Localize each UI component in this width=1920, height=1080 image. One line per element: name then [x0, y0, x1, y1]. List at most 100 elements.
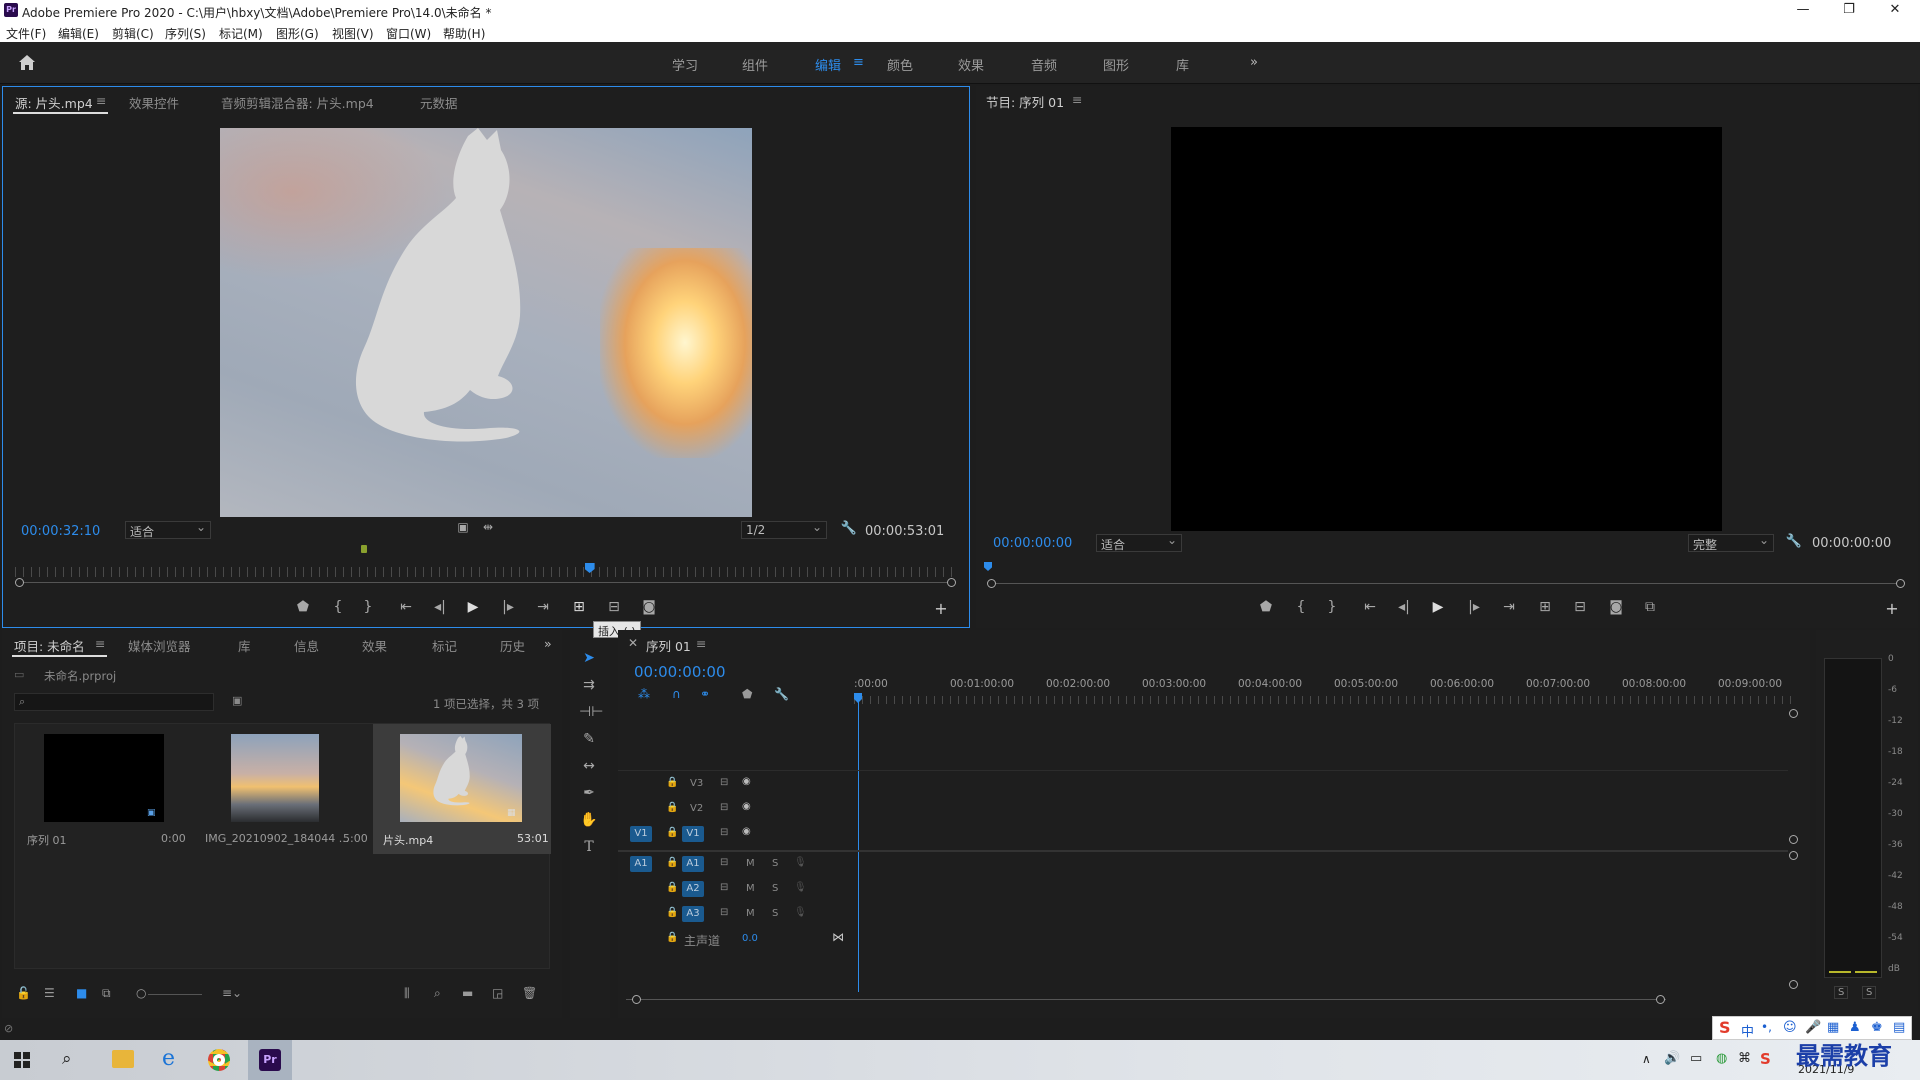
solo-button[interactable]: S	[772, 908, 778, 919]
tab-info[interactable]: 信息	[294, 636, 319, 655]
eye-icon[interactable]: ◉	[742, 801, 751, 812]
settings-wrench-icon[interactable]: 🔧	[839, 521, 859, 536]
lock-icon[interactable]: 🔒	[666, 857, 678, 868]
workspace-editing[interactable]: 编辑	[815, 55, 841, 74]
new-item-icon[interactable]: ◲	[492, 986, 503, 1000]
zoom-slider-knob[interactable]: ○	[136, 986, 146, 1000]
tab-libraries[interactable]: 库	[238, 636, 251, 655]
master-go-to-end-icon[interactable]: ⋈	[832, 930, 844, 944]
menu-graphics[interactable]: 图形(G)	[276, 25, 319, 42]
mic-icon[interactable]: 🎙	[794, 882, 807, 893]
windows-start-icon[interactable]	[14, 1052, 30, 1068]
program-fit-dropdown[interactable]: 适合	[1096, 533, 1182, 552]
ime-user-icon[interactable]: ♟	[1849, 1020, 1861, 1035]
lock-icon[interactable]: 🔒	[666, 882, 678, 893]
program-menu-icon[interactable]: ≡	[1072, 92, 1082, 107]
slip-tool-icon[interactable]: ↔	[579, 758, 599, 774]
timeline-hscroll-right[interactable]	[1656, 995, 1665, 1004]
close-sequence-icon[interactable]: ✕	[628, 636, 638, 650]
comparison-view-icon[interactable]: ⧉	[1640, 599, 1660, 615]
program-add-button-icon[interactable]: +	[1882, 599, 1902, 618]
timeline-vscroll-top[interactable]	[1789, 709, 1798, 718]
minimize-button[interactable]: —	[1780, 0, 1826, 22]
program-timecode[interactable]: 00:00:00:00	[993, 536, 1072, 551]
play-icon[interactable]: ▶	[463, 599, 483, 615]
timeline-vscroll-mid[interactable]	[1789, 835, 1798, 844]
go-to-in-icon[interactable]: ⇤	[396, 599, 416, 615]
ime-toolbox-icon[interactable]: ▤	[1893, 1020, 1905, 1035]
workspace-graphics[interactable]: 图形	[1103, 55, 1129, 74]
source-timecode[interactable]: 00:00:32:10	[21, 524, 100, 539]
sequence-tab[interactable]: 序列 01	[646, 636, 691, 655]
program-zoom-right-handle[interactable]	[1896, 579, 1905, 588]
mic-icon[interactable]: 🎙	[794, 857, 807, 868]
hand-tool-icon[interactable]: ✋	[579, 812, 599, 828]
network-icon[interactable]: ▭	[1690, 1051, 1702, 1066]
source-fit-dropdown[interactable]: 适合	[125, 520, 211, 539]
ime-punctuation-icon[interactable]: •,	[1761, 1020, 1772, 1034]
program-zoom-left-handle[interactable]	[987, 579, 996, 588]
sequence-menu-icon[interactable]: ≡	[696, 636, 706, 651]
workspace-color[interactable]: 颜色	[887, 55, 913, 74]
program-playhead[interactable]	[984, 562, 992, 571]
close-button[interactable]: ✕	[1872, 0, 1918, 22]
tab-history[interactable]: 历史	[500, 636, 525, 655]
source-zoom-left-handle[interactable]	[15, 578, 24, 587]
ime-emoji-icon[interactable]: ☺	[1783, 1020, 1797, 1035]
solo-button[interactable]: S	[772, 858, 778, 869]
project-item-image[interactable]: IMG_20210902_184044 ... 5:00	[193, 724, 371, 854]
tray-ime-mode-icon[interactable]: ⌘	[1738, 1051, 1751, 1066]
menu-window[interactable]: 窗口(W)	[386, 25, 431, 42]
workspace-menu-icon[interactable]: ≡	[853, 55, 864, 70]
program-add-marker-icon[interactable]: ⬟	[1256, 599, 1276, 615]
volume-icon[interactable]: 🔊	[1664, 1051, 1680, 1066]
tray-app-icon[interactable]: ◍	[1716, 1051, 1727, 1066]
mute-button[interactable]: M	[746, 883, 755, 894]
clear-icon[interactable]: 🗑	[522, 986, 537, 1000]
mute-button[interactable]: M	[746, 858, 755, 869]
insert-icon[interactable]: ⊞	[569, 599, 589, 615]
track-target-a2[interactable]: A2	[682, 881, 704, 897]
list-view-icon[interactable]: ☰	[44, 986, 55, 1000]
sync-lock-icon[interactable]: ⊟	[720, 857, 728, 868]
program-settings-wrench-icon[interactable]: 🔧	[1784, 534, 1804, 549]
ripple-edit-tool-icon[interactable]: ⊣⊢	[579, 704, 603, 720]
extract-icon[interactable]: ⊟	[1570, 599, 1590, 615]
source-video-frame[interactable]	[220, 128, 752, 517]
mark-out-icon[interactable]: }	[358, 599, 378, 615]
ime-voice-icon[interactable]: 🎤	[1805, 1020, 1821, 1035]
sogou-input-icon[interactable]: S	[1760, 1050, 1771, 1068]
timeline-hscroll[interactable]	[626, 999, 1666, 1000]
mute-button[interactable]: M	[746, 908, 755, 919]
tab-media-browser[interactable]: 媒体浏览器	[128, 636, 191, 655]
add-button-icon[interactable]: +	[931, 599, 951, 618]
tab-markers[interactable]: 标记	[432, 636, 457, 655]
sort-icon[interactable]: ≡⌄	[222, 986, 242, 1000]
workspace-effects[interactable]: 效果	[958, 55, 984, 74]
automate-to-sequence-icon[interactable]: ⫼	[404, 986, 410, 1001]
drag-video-icon[interactable]: ▣	[453, 520, 473, 534]
solo-button[interactable]: S	[772, 883, 778, 894]
program-mark-out-icon[interactable]: }	[1322, 599, 1342, 615]
ime-keyboard-icon[interactable]: ▦	[1827, 1020, 1839, 1035]
tab-effect-controls[interactable]: 效果控件	[129, 93, 179, 112]
timeline-ruler[interactable]: :00:00 00:01:00:00 00:02:00:00 00:03:00:00 0…	[854, 670, 1794, 706]
mic-icon[interactable]: 🎙	[794, 907, 807, 918]
freeform-view-icon[interactable]: ⧉	[102, 986, 111, 1001]
source-zoom-right-handle[interactable]	[947, 578, 956, 587]
eye-icon[interactable]: ◉	[742, 826, 751, 837]
tab-metadata[interactable]: 元数据	[420, 93, 458, 112]
project-search-input[interactable]: ⌕	[14, 693, 214, 711]
sync-lock-icon[interactable]: ⊟	[720, 882, 728, 893]
master-volume-value[interactable]: 0.0	[742, 933, 758, 944]
tab-audio-clip-mixer[interactable]: 音频剪辑混合器: 片头.mp4	[221, 93, 374, 112]
program-zoom-bar[interactable]	[990, 583, 1902, 584]
step-back-icon[interactable]: ◂|	[430, 599, 450, 615]
sync-lock-icon[interactable]: ⊟	[720, 802, 728, 813]
source-patch-a1[interactable]: A1	[630, 856, 652, 872]
program-go-to-out-icon[interactable]: ⇥	[1499, 599, 1519, 615]
new-bin-icon[interactable]: ▬	[462, 986, 473, 1000]
workspace-audio[interactable]: 音频	[1031, 55, 1057, 74]
resolution-dropdown[interactable]: 1/2	[741, 520, 827, 539]
nest-toggle-icon[interactable]: ⁂	[638, 687, 650, 701]
